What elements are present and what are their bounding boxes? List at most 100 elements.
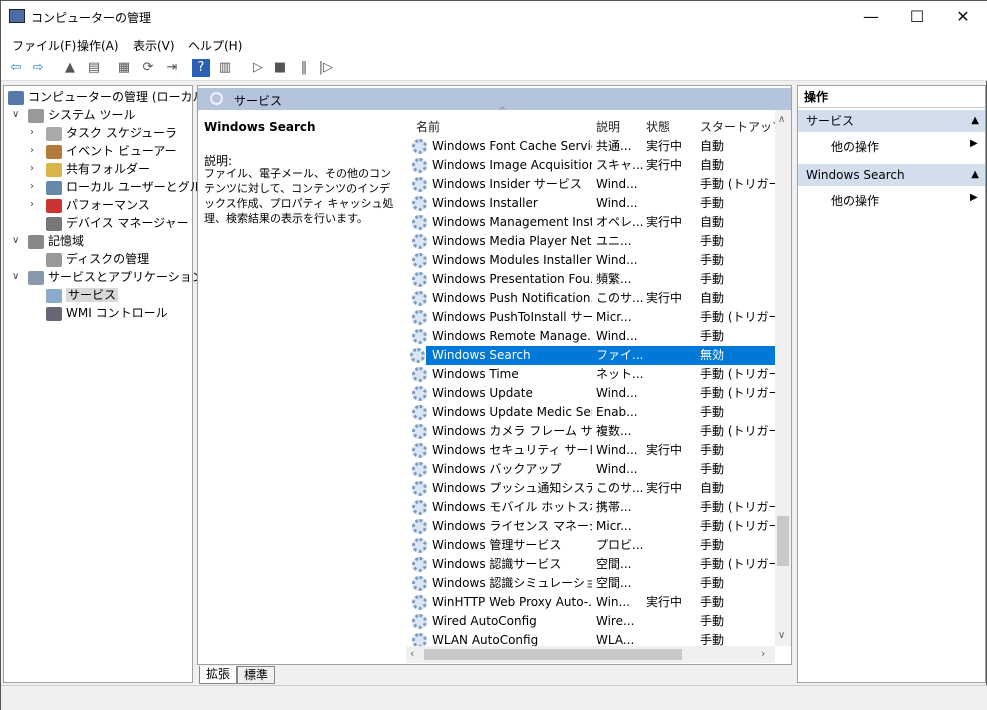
menu-help[interactable]: ヘルプ(H) — [188, 37, 242, 54]
service-row[interactable]: Wired AutoConfig Wire... 手動 — [410, 612, 775, 631]
chevron-right-icon[interactable]: › — [30, 142, 34, 160]
tab-extended[interactable]: 拡張 — [199, 666, 238, 684]
service-row[interactable]: Windows Modules Installer Wind... 手動 — [410, 251, 775, 270]
properties-icon[interactable]: ▦ — [115, 59, 133, 77]
chevron-down-icon[interactable]: ∨ — [12, 268, 19, 286]
chevron-down-icon[interactable]: ∨ — [12, 106, 19, 124]
tree-node-label: 記憶域 — [48, 234, 85, 248]
column-header-status[interactable]: 状態 — [646, 118, 670, 135]
help-icon[interactable]: ? — [192, 59, 210, 77]
refresh-icon[interactable]: ⟳ — [139, 59, 157, 77]
service-startup-type: 自動 — [700, 158, 725, 172]
restart-icon[interactable]: |▷ — [317, 59, 335, 77]
service-row[interactable]: Windows Installer Wind... 手動 — [410, 194, 775, 213]
service-row[interactable]: Windows Search ファイ... 無効 — [410, 346, 775, 365]
service-row[interactable]: Windows 認識サービス 空間... 手動 (トリガー開 — [410, 555, 775, 574]
minimize-button[interactable]: — — [848, 1, 894, 33]
back-icon[interactable]: ⇦ — [7, 59, 25, 77]
tab-standard[interactable]: 標準 — [237, 666, 276, 684]
service-description: Wind... — [596, 462, 638, 476]
service-gear-icon — [412, 614, 427, 629]
service-row[interactable]: Windows バックアップ Wind... 手動 — [410, 460, 775, 479]
chevron-right-icon[interactable]: › — [30, 160, 34, 178]
service-gear-icon — [412, 576, 427, 591]
pause-icon[interactable]: ‖ — [295, 59, 313, 77]
service-row[interactable]: Windows Management Inst... オペレ... 実行中 自動 — [410, 213, 775, 232]
more-actions-windows-search[interactable]: 他の操作 — [831, 192, 879, 209]
service-row[interactable]: Windows Image Acquisition... スキャ... 実行中 自動 — [410, 156, 775, 175]
vertical-scrollbar[interactable]: ∧ ∨ — [775, 110, 791, 646]
service-row[interactable]: Windows Font Cache Service 共通... 実行中 自動 — [410, 137, 775, 156]
service-row[interactable]: Windows セキュリティ サービス Wind... 実行中 手動 — [410, 441, 775, 460]
column-header-name[interactable]: 名前 — [416, 118, 440, 135]
service-description: Enab... — [596, 405, 638, 419]
chevron-right-icon[interactable]: › — [30, 196, 34, 214]
service-name: Windows Search — [432, 348, 531, 362]
actions-section-services[interactable]: サービス ▲ — [798, 110, 985, 132]
service-row[interactable]: Windows Update Wind... 手動 (トリガー開 — [410, 384, 775, 403]
service-row[interactable]: WinHTTP Web Proxy Auto-... Win... 実行中 手動 — [410, 593, 775, 612]
tree-node[interactable]: デバイス マネージャー — [46, 214, 189, 232]
maximize-button[interactable]: ☐ — [894, 1, 940, 33]
service-description: オペレ... — [596, 215, 644, 229]
stop-icon[interactable]: ■ — [271, 59, 289, 77]
close-button[interactable]: ✕ — [940, 1, 986, 33]
service-row[interactable]: Windows Media Player Net... ユニ... 手動 — [410, 232, 775, 251]
service-row[interactable]: Windows カメラ フレーム サーバー複数... 手動 (トリガー開 — [410, 422, 775, 441]
service-row[interactable]: Windows モバイル ホットスポッ... 携帯... 手動 (トリガー開 — [410, 498, 775, 517]
tree-node[interactable]: コンピューターの管理 (ローカル) — [8, 88, 209, 106]
actions-pane: 操作 サービス ▲ 他の操作 ▶ Windows Search ▲ 他の操作 ▶ — [797, 85, 986, 683]
forward-icon[interactable]: ⇨ — [29, 59, 47, 77]
service-description: 空間... — [596, 557, 632, 571]
node-icon — [46, 144, 62, 159]
tree-node[interactable]: ∨ システム ツール — [12, 106, 135, 124]
tree-node[interactable]: サービス — [46, 286, 119, 304]
tree-node[interactable]: › イベント ビューアー — [30, 142, 177, 160]
service-name: Windows Image Acquisition... — [432, 158, 592, 172]
service-row[interactable]: Windows Presentation Fou... 頻繁... 手動 — [410, 270, 775, 289]
chevron-right-icon[interactable]: › — [30, 124, 34, 142]
chevron-right-icon[interactable]: › — [30, 178, 34, 196]
tree-node[interactable]: ∨ 記憶域 — [12, 232, 85, 250]
service-row[interactable]: Windows Insider サービス Wind... 手動 (トリガー開 — [410, 175, 775, 194]
service-row[interactable]: Windows 管理サービス プロビ... 手動 — [410, 536, 775, 555]
service-startup-type: 手動 (トリガー開 — [700, 500, 775, 514]
service-status: 実行中 — [646, 595, 683, 609]
service-startup-type: 無効 — [700, 348, 725, 362]
service-row[interactable]: Windows 認識シミュレーション ... 空間... 手動 — [410, 574, 775, 593]
service-name: Windows Insider サービス — [432, 177, 582, 191]
tree-node[interactable]: ディスクの管理 — [46, 250, 149, 268]
export-icon[interactable]: ⇥ — [163, 59, 181, 77]
column-header-description[interactable]: 説明 — [596, 118, 620, 135]
tree-node[interactable]: › パフォーマンス — [30, 196, 150, 214]
service-row[interactable]: Windows プッシュ通知システ... このサ... 実行中 自動 — [410, 479, 775, 498]
menu-file[interactable]: ファイル(F) — [12, 37, 76, 54]
chevron-down-icon[interactable]: ∨ — [12, 232, 19, 250]
show-hide-tree-icon[interactable]: ▤ — [85, 59, 103, 77]
tree-node[interactable]: WMI コントロール — [46, 304, 168, 322]
start-icon[interactable]: ▷ — [249, 59, 267, 77]
service-row[interactable]: Windows PushToInstall サー... Micr... 手動 (トリ… — [410, 308, 775, 327]
vertical-scroll-thumb[interactable] — [777, 516, 789, 566]
up-folder-icon[interactable]: ▲ — [61, 59, 79, 77]
actions-section-windows-search[interactable]: Windows Search ▲ — [798, 164, 985, 186]
tree-node[interactable]: › 共有フォルダー — [30, 160, 150, 178]
service-row[interactable]: Windows Push Notification... このサ... 実行中 自動 — [410, 289, 775, 308]
tree-node[interactable]: › タスク スケジューラ — [30, 124, 177, 142]
app-icon — [9, 9, 25, 23]
service-status: 実行中 — [646, 481, 683, 495]
menu-view[interactable]: 表示(V) — [133, 37, 175, 54]
column-header-startup-type[interactable]: スタートアップの種 — [700, 118, 775, 135]
horizontal-scroll-thumb[interactable] — [424, 649, 682, 660]
service-row[interactable]: Windows Remote Manage... Wind... 手動 — [410, 327, 775, 346]
tree-node[interactable]: ∨ サービスとアプリケーション — [12, 268, 204, 286]
service-row[interactable]: Windows Update Medic Ser... Enab... 手動 — [410, 403, 775, 422]
service-description: 共通... — [596, 139, 632, 153]
show-action-pane-icon[interactable]: ▥ — [216, 59, 234, 77]
horizontal-scrollbar[interactable]: ‹ › — [406, 646, 775, 663]
service-row[interactable]: Windows ライセンス マネージャ... Micr... 手動 (トリガー開 — [410, 517, 775, 536]
view-tabs: 拡張 標準 — [197, 666, 497, 684]
more-actions-services[interactable]: 他の操作 — [831, 138, 879, 155]
service-row[interactable]: Windows Time ネット... 手動 (トリガー開 — [410, 365, 775, 384]
menu-action[interactable]: 操作(A) — [77, 37, 119, 54]
